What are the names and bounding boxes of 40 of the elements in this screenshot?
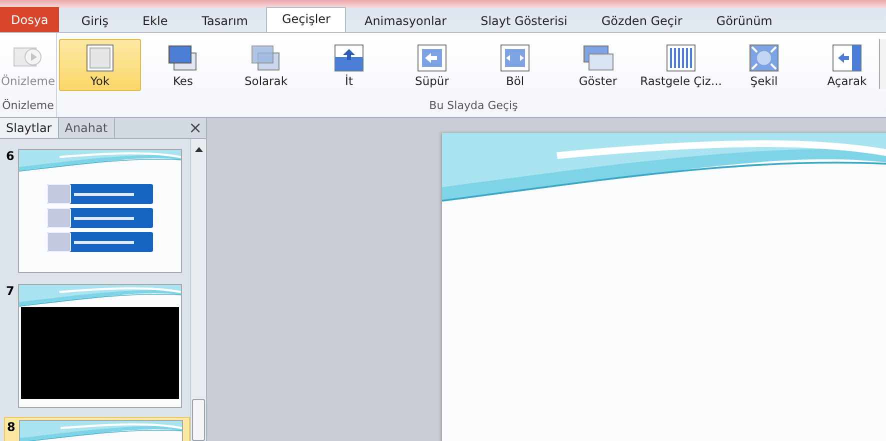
pane-tab[interactable]: Slaytlar [0,118,59,138]
transition-button[interactable]: Yok [59,39,141,91]
split-arrows-icon [498,43,532,73]
transition-button[interactable]: Rastgele Çiz... [640,39,722,91]
ribbon-tab[interactable]: Geçişler [266,7,346,32]
ribbon-tab[interactable]: Gözden Geçir [585,9,698,32]
slide-thumbnail-row[interactable]: 7 [4,282,190,409]
transition-button[interactable]: Açarak [806,39,886,91]
transition-button[interactable]: Şekil [723,39,805,91]
up-arrow-slide-icon [332,43,366,73]
transition-button[interactable]: Böl [474,39,556,91]
slide-number: 7 [6,284,14,300]
transition-button[interactable]: Kes [142,39,224,91]
ribbon-tab[interactable]: Animasyonlar [348,9,463,32]
left-arrow-slide-icon [830,43,864,73]
pane-tab[interactable]: Anahat [58,118,115,138]
slide-number: 6 [6,149,14,165]
left-arrow-slide-icon [415,43,449,73]
ribbon-tab[interactable]: Giriş [65,9,124,32]
transition-button[interactable]: Süpür [391,39,473,91]
transition-button[interactable]: İt [308,39,390,91]
ribbon-tab[interactable]: Ekle [126,9,184,32]
slide-number: 8 [7,420,15,436]
scrollbar[interactable] [190,139,206,441]
circle-slide-icon [747,43,781,73]
file-tab[interactable]: Dosya [0,7,60,32]
stacked-slides-icon [581,43,615,73]
ribbon-tab[interactable]: Slayt Gösterisi [464,9,584,32]
group-label: Önizleme [1,98,55,112]
ribbon-tab[interactable]: Görünüm [700,9,788,32]
slide-thumbnail-row[interactable]: 8 [4,417,190,441]
ribbon-tab[interactable]: Tasarım [186,9,264,32]
vertical-bars-icon [664,43,698,73]
slide-canvas[interactable] [442,133,886,441]
transition-button[interactable]: Solarak [225,39,307,91]
group-label: Bu Slayda Geçiş [428,98,519,112]
gallery-scrollbar[interactable] [879,39,886,89]
slide-thumbnail-row[interactable]: 6 [4,147,190,274]
transition-button[interactable]: Göster [557,39,639,91]
close-icon[interactable]: × [184,118,206,138]
